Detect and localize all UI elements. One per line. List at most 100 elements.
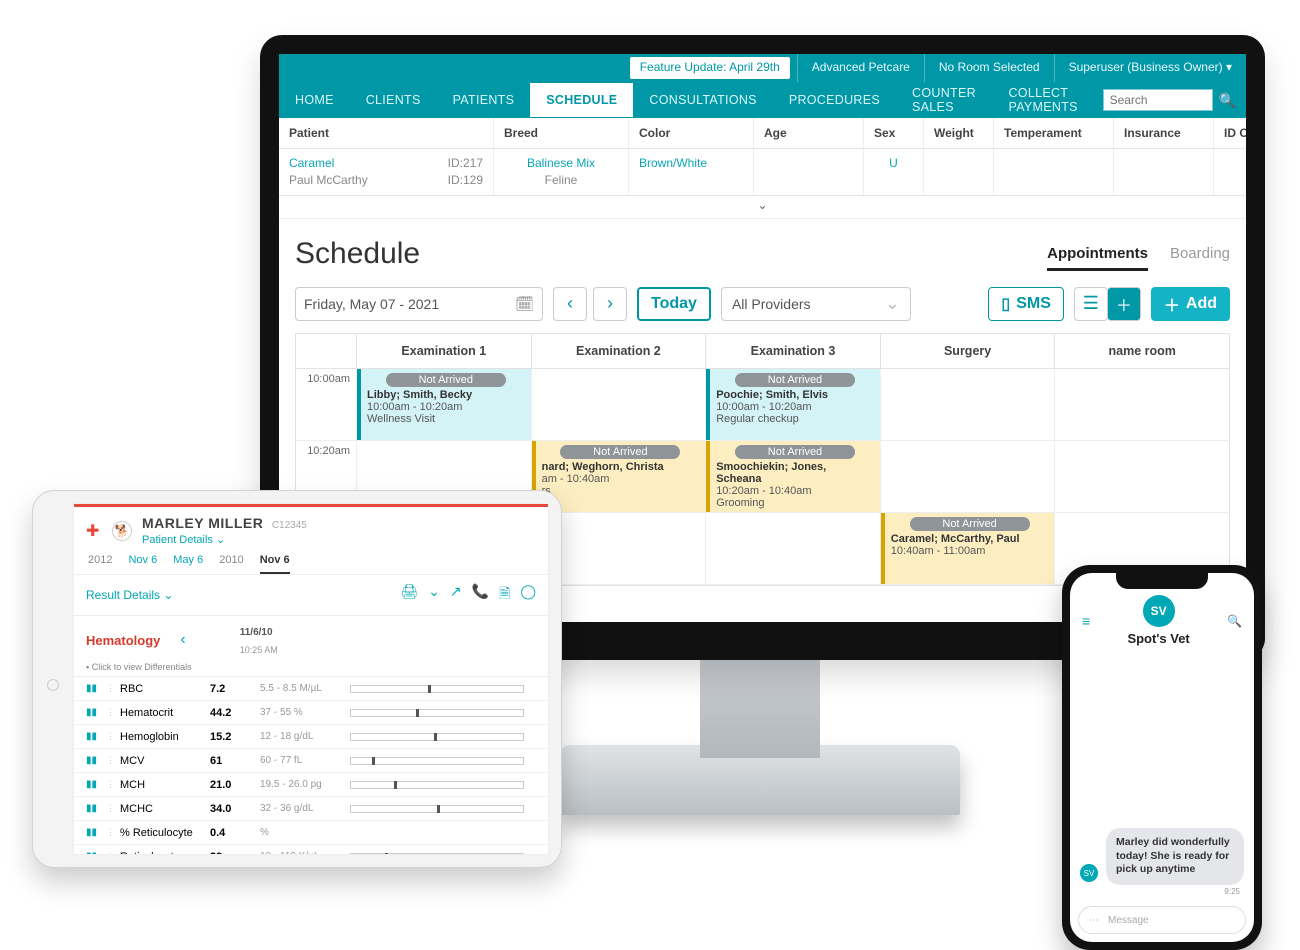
calendar-slot[interactable]: Not ArrivedPoochie; Smith, Elvis10:00am … [705,369,880,441]
nav-clients[interactable]: CLIENTS [350,83,437,117]
phone-app: ≡ SV Spot's Vet 🔍 Marley did wonderfully… [1070,573,1254,942]
message-placeholder: Message [1108,915,1149,926]
chat-message-time: 9:25 [1080,885,1244,902]
lab-result-row[interactable]: ▮▮⋮⋮Hemoglobin15.212 - 18 g/dL [74,725,548,749]
tablet-app: ✚ 🐕 MARLEY MILLER C12345 Patient Details… [73,503,549,855]
nav-procedures[interactable]: PROCEDURES [773,83,896,117]
file-icon[interactable]: 🗎 [499,583,510,607]
clinic-brand: SV Spot's Vet [1127,595,1189,646]
analyte-name: Hematocrit [120,707,210,719]
nav-consultations[interactable]: CONSULTATIONS [633,83,772,117]
lab-result-row[interactable]: ▮▮⋮⋮Hematocrit44.237 - 55 % [74,701,548,725]
time-label: 10:00am [296,369,356,441]
result-time: 10:25 AM [240,645,278,655]
calendar-slot[interactable]: Not ArrivedLibby; Smith, Becky10:00am - … [356,369,531,441]
date-picker[interactable]: Friday, May 07 - 2021 🗓 [295,287,543,321]
appointment-card[interactable]: Not ArrivedCaramel; McCarthy, Paul10:40a… [881,513,1055,584]
patient-col-header: Breed [494,118,629,148]
subtab-boarding[interactable]: Boarding [1170,245,1230,271]
calendar-slot[interactable] [880,369,1055,441]
dropdown-icon[interactable]: ⌄ [428,583,440,607]
nav-patients[interactable]: PATIENTS [437,83,531,117]
calendar-slot[interactable]: Not ArrivedCaramel; McCarthy, Paul10:40a… [880,513,1055,585]
drag-icon: ⋮⋮ [106,851,120,855]
call-icon[interactable]: 📞 [472,583,489,607]
print-icon[interactable]: 🖨 [400,583,418,607]
analyte-ref: 5.5 - 8.5 M/µL [260,683,350,694]
sms-button[interactable]: ▯ SMS [988,287,1063,321]
appointment-patient: Libby; Smith, Becky [361,389,531,401]
provider-select[interactable]: All Providers ⌄ [721,287,911,321]
chat-message: Marley did wonderfully today! She is rea… [1106,828,1244,885]
patient-col-header: Temperament [994,118,1114,148]
calendar-slot[interactable] [531,369,706,441]
appointment-status: Not Arrived [560,445,680,459]
appointment-patient: Smoochiekin; Jones, Scheana [710,461,880,485]
lab-result-row[interactable]: ▮▮⋮⋮MCV6160 - 77 fL [74,749,548,773]
lab-result-row[interactable]: ▮▮⋮⋮RBC7.25.5 - 8.5 M/µL [74,677,548,701]
appointment-patient: nard; Weghorn, Christa [536,461,706,473]
calendar-slot[interactable] [705,513,880,585]
more-icon[interactable]: ⋯ [1089,915,1100,926]
calendar-slot[interactable] [1054,441,1229,513]
analyte-name: MCHC [120,803,210,815]
appointment-card[interactable]: Not ArrivedPoochie; Smith, Elvis10:00am … [706,369,880,440]
nav-collect-payments[interactable]: COLLECT PAYMENTS [992,76,1102,124]
grid-add-icon[interactable]: ＋ [1107,287,1141,321]
patient-tab[interactable]: 2010 [219,554,243,574]
range-bar [350,781,524,789]
prev-day-button[interactable]: ‹ [553,287,587,321]
nav-search-input[interactable] [1103,89,1213,111]
patient-col-header: Sex [864,118,924,148]
search-icon[interactable]: 🔍 [1219,92,1236,109]
check-circle-icon[interactable]: ◯ [520,583,536,607]
nav-counter-sales[interactable]: COUNTER SALES [896,76,992,124]
appointment-status: Not Arrived [735,373,855,387]
result-details-link[interactable]: Result Details ⌄ [86,588,173,602]
today-button[interactable]: Today [637,287,711,321]
room-header: name room [1054,334,1229,369]
lab-result-row[interactable]: ▮▮⋮⋮MCH21.019.5 - 26.0 pg [74,773,548,797]
date-label: Friday, May 07 - 2021 [304,296,439,312]
differentials-hint[interactable]: ▪ Click to view Differentials [74,660,548,677]
range-bar [350,757,524,765]
tablet-frame: ✚ 🐕 MARLEY MILLER C12345 Patient Details… [32,490,562,868]
search-icon[interactable]: 🔍 [1227,614,1242,628]
patient-tab[interactable]: May 6 [173,554,203,574]
expand-chevron-icon[interactable]: ⌄ [279,196,1246,219]
patient-col-header: Age [754,118,864,148]
appointment-card[interactable]: Not ArrivedLibby; Smith, Becky10:00am - … [357,369,531,440]
lab-result-row[interactable]: ▮▮⋮⋮% Reticulocyte0.4% [74,821,548,845]
nav-home[interactable]: HOME [279,83,350,117]
add-button[interactable]: ＋ Add [1151,287,1230,321]
range-bar [350,733,524,741]
drag-icon: ⋮⋮ [106,731,120,742]
menu-icon[interactable]: ≡ [1082,613,1090,629]
chevron-left-icon[interactable]: ‹ [180,631,185,649]
calendar-slot[interactable] [880,441,1055,513]
patient-details-link[interactable]: Patient Details ⌄ [142,533,307,546]
book-icon: ▮▮ [86,755,106,766]
subtab-appointments[interactable]: Appointments [1047,245,1148,271]
tablet-home-button[interactable] [47,679,59,691]
message-input[interactable]: ⋯ Message [1078,906,1246,934]
lab-result-row[interactable]: ▮▮⋮⋮Reticulocytes2910 - 110 K/µL [74,845,548,855]
feature-update-pill[interactable]: Feature Update: April 29th [629,56,791,80]
nav-schedule[interactable]: SCHEDULE [530,83,633,117]
patient-name: MARLEY MILLER [142,515,263,531]
chat-sender-avatar: SV [1080,864,1098,882]
list-view-icon[interactable]: ☰ [1074,287,1108,321]
appointment-time: 10:00am - 10:20am [710,401,880,413]
calendar-slot[interactable] [1054,369,1229,441]
lab-result-row[interactable]: ▮▮⋮⋮MCHC34.032 - 36 g/dL [74,797,548,821]
patient-tab[interactable]: 2012 [88,554,112,574]
appointment-card[interactable]: Not ArrivedSmoochiekin; Jones, Scheana10… [706,441,880,512]
patient-tab[interactable]: Nov 6 [128,554,157,574]
next-day-button[interactable]: › [593,287,627,321]
phone-icon: ▯ [1001,294,1010,314]
patient-data-row[interactable]: CaramelID:217Paul McCarthyID:129Balinese… [279,149,1246,196]
share-icon[interactable]: ↗ [450,583,462,607]
patient-tab[interactable]: Nov 6 [260,554,290,574]
calendar-slot[interactable]: Not ArrivedSmoochiekin; Jones, Scheana10… [705,441,880,513]
analyte-ref: 12 - 18 g/dL [260,731,350,742]
